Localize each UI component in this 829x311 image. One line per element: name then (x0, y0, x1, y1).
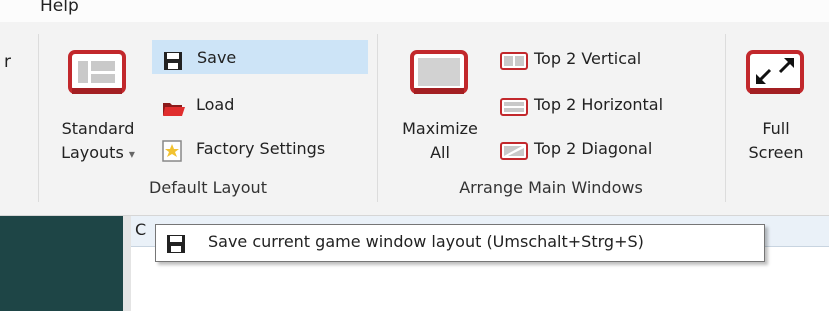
maximize-window-icon (410, 50, 468, 104)
maximize-all-label: Maximize (402, 119, 478, 138)
factory-settings-button[interactable]: Factory Settings (152, 132, 368, 166)
save-tooltip: Save current game window layout (Umschal… (155, 224, 765, 262)
open-folder-icon (162, 96, 185, 116)
factory-settings-label: Factory Settings (196, 139, 326, 158)
top2-vertical-button[interactable]: Top 2 Vertical (494, 42, 714, 76)
full-screen-button[interactable]: Full Screen (734, 42, 818, 172)
full-screen-icon (746, 50, 804, 104)
full-screen-label-2: Screen (748, 143, 804, 162)
factory-settings-icon (162, 140, 184, 162)
split-vertical-icon (500, 50, 528, 70)
tooltip-text: Save current game window layout (Umschal… (208, 232, 644, 251)
maximize-all-button[interactable]: Maximize All (390, 42, 490, 172)
top2-diagonal-label: Top 2 Diagonal (534, 139, 653, 158)
group-separator (377, 34, 378, 202)
save-layout-button[interactable]: Save (152, 40, 368, 74)
group-label-default-layout: Default Layout (149, 178, 267, 197)
menu-bar: Help (0, 0, 829, 22)
ribbon: r Standard Layouts ▾ Save Load Factory S… (0, 22, 829, 216)
ribbon-edge-text: r (4, 52, 11, 72)
layout-window-icon (68, 50, 126, 104)
board-panel (0, 216, 123, 311)
load-layout-button[interactable]: Load (152, 88, 368, 122)
standard-layouts-label-2: Layouts ▾ (61, 143, 135, 162)
top2-horizontal-button[interactable]: Top 2 Horizontal (494, 88, 714, 122)
standard-layouts-button[interactable]: Standard Layouts ▾ (48, 42, 148, 172)
top2-horizontal-label: Top 2 Horizontal (534, 95, 664, 114)
standard-layouts-label: Standard (61, 119, 135, 138)
pane-splitter[interactable] (123, 216, 131, 311)
full-screen-label: Full (762, 119, 790, 138)
pane-header-title: C (135, 220, 147, 239)
top2-vertical-label: Top 2 Vertical (534, 49, 642, 68)
floppy-disk-icon (163, 49, 185, 70)
save-label: Save (197, 48, 237, 67)
group-separator (725, 34, 726, 202)
chevron-down-icon: ▾ (128, 147, 135, 161)
maximize-all-label-2: All (430, 143, 450, 162)
group-label-arrange-main-windows: Arrange Main Windows (459, 178, 643, 197)
menu-help[interactable]: Help (40, 0, 79, 16)
top2-diagonal-button[interactable]: Top 2 Diagonal (494, 132, 714, 166)
split-diagonal-icon (500, 140, 528, 160)
load-label: Load (196, 95, 235, 114)
split-horizontal-icon (500, 96, 528, 116)
group-separator (38, 34, 39, 202)
floppy-disk-icon (166, 234, 186, 258)
